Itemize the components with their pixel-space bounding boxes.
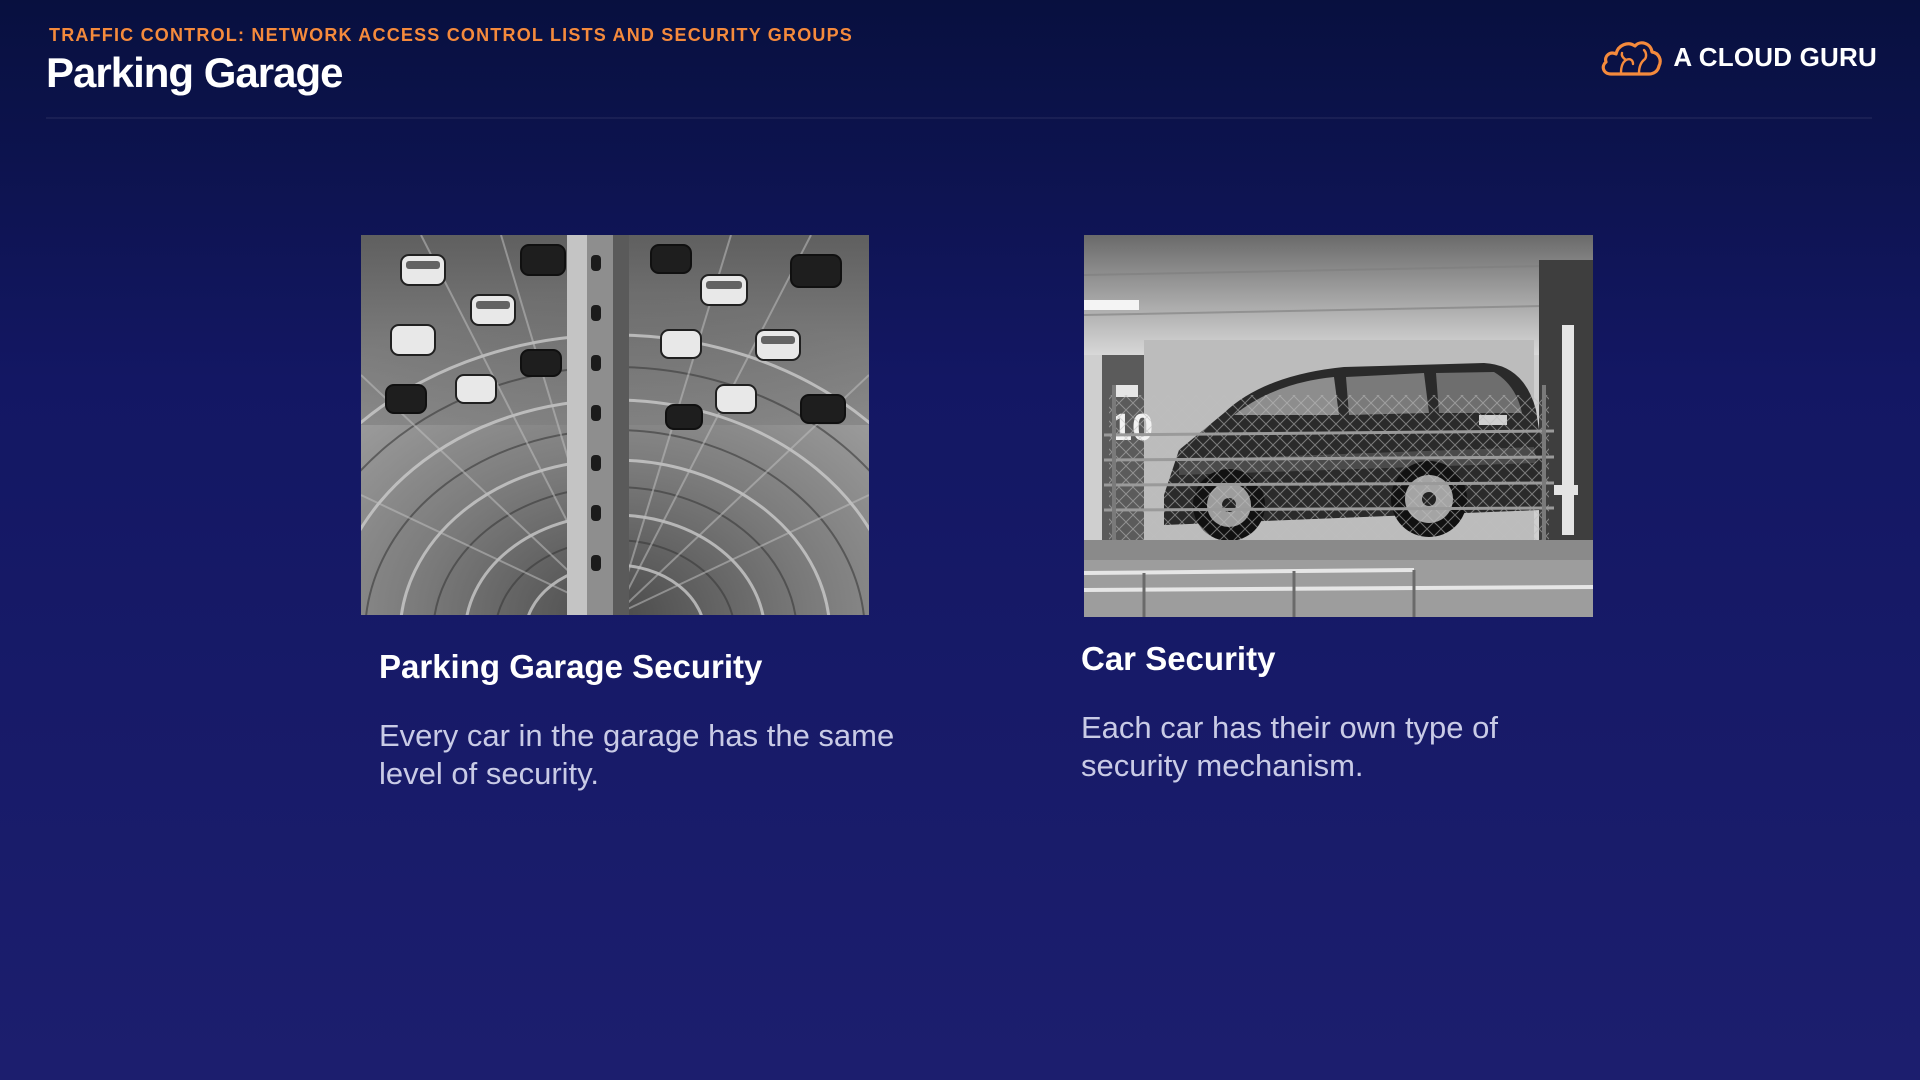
card-body-car-security: Each car has their own type of security … bbox=[1081, 710, 1499, 783]
page-title: Parking Garage bbox=[46, 49, 343, 96]
cloud-logo-icon bbox=[1602, 41, 1663, 76]
brand-logo: A CLOUD GURU bbox=[1599, 36, 1877, 78]
card-heading-car-security: Car Security bbox=[1081, 640, 1276, 677]
card-body-parking-garage-security: Every car in the garage has the same lev… bbox=[379, 718, 895, 791]
card-heading-parking-garage-security: Parking Garage Security bbox=[379, 648, 763, 685]
header-divider bbox=[46, 117, 1872, 119]
parking-garage-image bbox=[361, 235, 869, 615]
brand-name: A CLOUD GURU bbox=[1673, 41, 1877, 72]
eyebrow-section-label: TRAFFIC CONTROL: NETWORK ACCESS CONTROL … bbox=[49, 25, 854, 45]
car-security-image: 10 bbox=[1084, 235, 1593, 617]
